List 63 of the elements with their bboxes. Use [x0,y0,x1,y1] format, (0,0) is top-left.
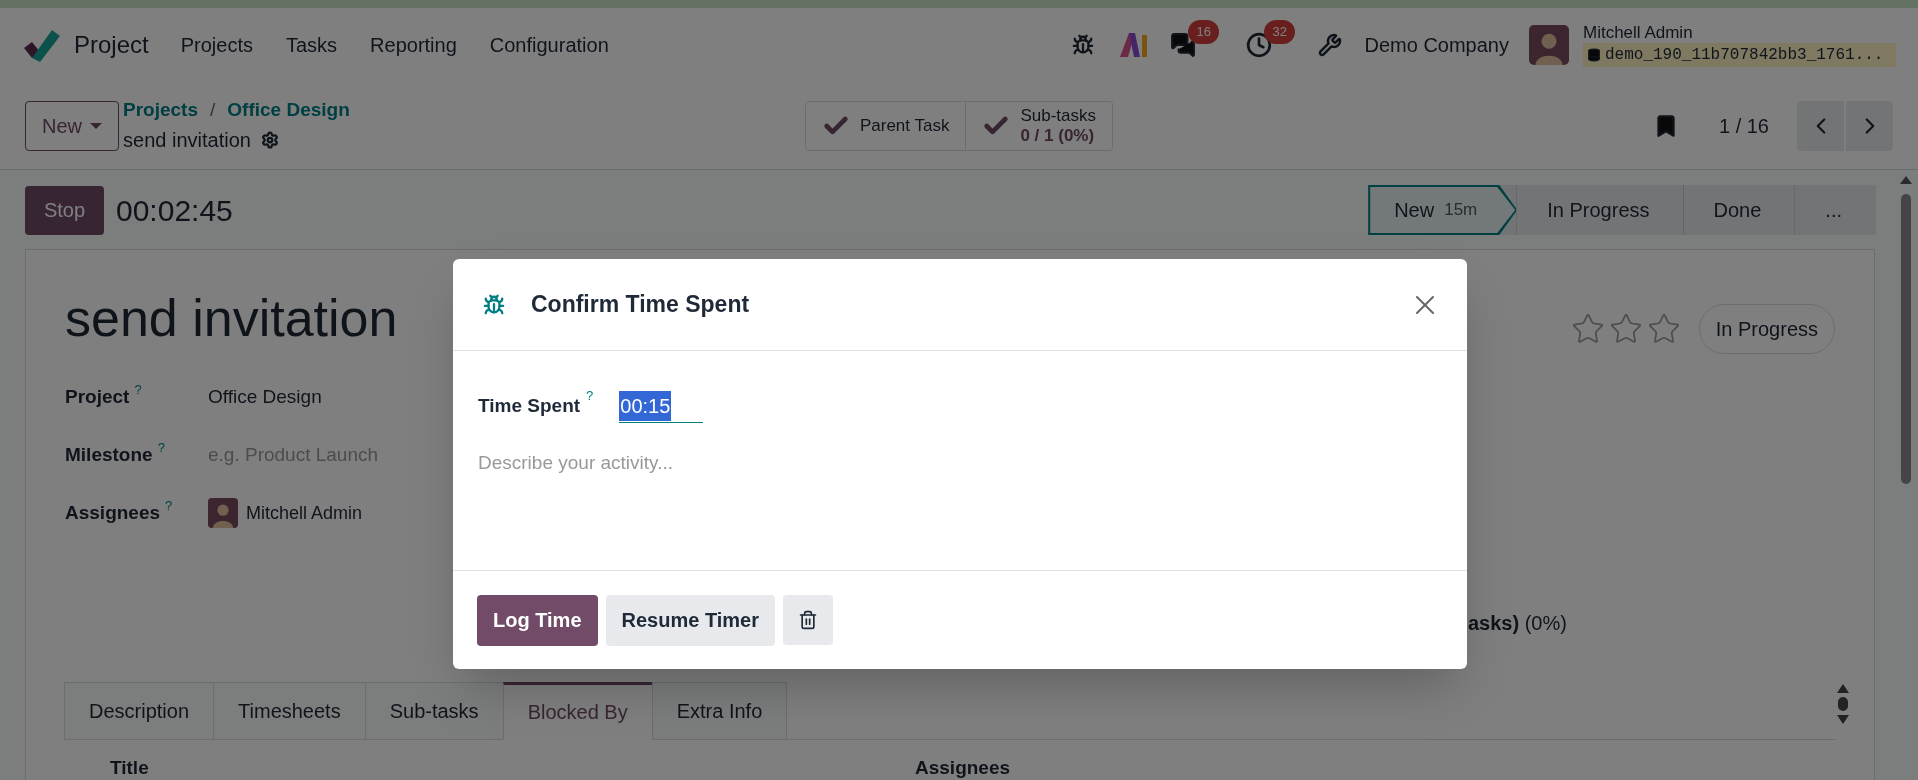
star-icon[interactable] [1570,312,1605,346]
field-label: Project [65,384,130,409]
menu-item[interactable]: Reporting [370,30,457,60]
pager-value[interactable]: 1 / 16 [1718,110,1769,141]
timer-display: 00:02:45 [116,192,233,229]
subtasks-progress-text: asks) (0%) [1468,611,1567,636]
stage-button[interactable]: New 15m [1368,185,1518,235]
column-header[interactable]: Title [110,754,915,780]
field-label: Assignees [65,500,161,525]
description-field[interactable]: Describe your activity... [478,449,1442,549]
new-button[interactable]: New [25,100,119,151]
dialog-title: Confirm Time Spent [531,290,750,320]
smart-button[interactable]: Sub-tasks 0 / 1 (0%) [966,100,1113,151]
breadcrumb-separator: / [210,98,216,123]
priority-stars[interactable]: In Progress [1570,304,1835,354]
tools-icon[interactable] [1318,33,1343,57]
caret-icon [90,122,102,129]
ai-logo-icon[interactable] [1120,33,1149,57]
database-name: demo_190_11b707842bb3_1761... [1605,45,1884,66]
stop-button[interactable]: Stop [25,185,104,235]
breadcrumb-link[interactable]: Projects [123,96,198,125]
field-label: Milestone [65,442,153,467]
field-label: Time Spent [478,393,581,418]
company-switcher[interactable]: Demo Company [1364,30,1509,60]
database-icon [1587,48,1601,62]
delete-button[interactable] [783,595,833,645]
notification-badge: 32 [1264,20,1295,44]
scroll-arrows-icon[interactable] [1837,684,1849,724]
settings-icon[interactable] [260,130,279,149]
menu-item[interactable]: Tasks [285,30,338,60]
record-name: send invitation [123,127,251,153]
menu-item[interactable]: Configuration [489,30,609,60]
help-tooltip[interactable]: ? [586,389,594,403]
debug-icon[interactable] [1072,34,1095,56]
log-time-button[interactable]: Log Time [477,594,598,646]
avatar-icon [1529,25,1569,65]
notification-badge: 16 [1188,20,1219,44]
app-name[interactable]: Project [74,27,149,63]
scroll-up-icon[interactable] [1900,176,1912,184]
smart-button[interactable]: Parent Task [804,100,967,151]
resume-timer-button[interactable]: Resume Timer [605,594,775,646]
messages-icon[interactable] [1170,32,1197,58]
field-value[interactable]: Office Design [208,382,322,412]
activity-clock-icon[interactable] [1246,32,1273,58]
breadcrumb-link[interactable]: Office Design [227,96,350,125]
user-name[interactable]: Mitchell Admin [1583,23,1896,43]
help-tooltip[interactable]: ? [165,498,173,513]
app-logo-icon[interactable] [22,28,60,62]
form-tab[interactable]: Description [64,682,215,740]
form-tab[interactable]: Extra Info [651,682,788,740]
star-icon[interactable] [1608,312,1643,346]
field-value[interactable]: Mitchell Admin [246,499,363,527]
column-header[interactable]: Assignees [915,754,1011,780]
star-icon[interactable] [1646,312,1681,346]
task-title: send invitation [65,288,398,349]
avatar-icon [208,498,238,528]
help-tooltip[interactable]: ? [134,382,142,397]
debug-icon [483,293,505,316]
scrollbar-thumb[interactable] [1901,194,1911,484]
trash-icon [798,610,818,630]
form-tab[interactable]: Blocked By [502,682,653,740]
help-tooltip[interactable]: ? [157,440,165,455]
menu-item[interactable]: Projects [180,30,253,60]
